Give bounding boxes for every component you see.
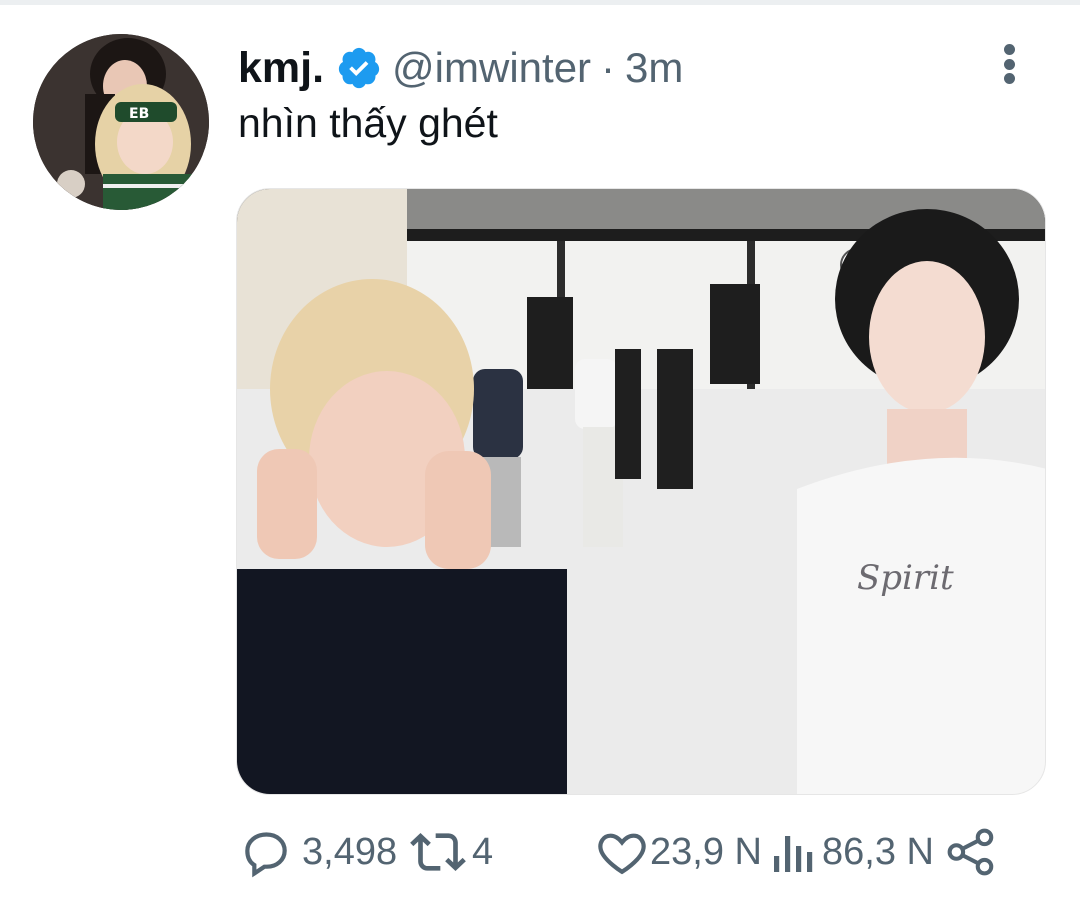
heart-icon	[594, 824, 650, 880]
top-divider	[0, 0, 1080, 5]
display-name[interactable]: kmj.	[238, 44, 324, 93]
reply-button[interactable]: 3,498	[238, 820, 397, 884]
tweet-header: kmj. @imwinter · 3m	[238, 40, 683, 96]
tweet-photo[interactable]: Spirit	[236, 188, 1046, 795]
more-vertical-icon[interactable]	[990, 40, 1028, 88]
retweet-icon	[410, 824, 466, 880]
separator-dot: ·	[601, 44, 616, 91]
reply-count: 3,498	[302, 830, 398, 873]
svg-text:EB: EB	[129, 106, 149, 122]
share-button[interactable]	[944, 820, 998, 884]
tweet-text: nhìn thấy ghét	[238, 100, 498, 146]
handle[interactable]: @imwinter	[392, 44, 591, 92]
verified-badge-icon	[336, 45, 382, 91]
views-button[interactable]: 86,3 N	[770, 820, 934, 884]
reply-icon	[238, 824, 294, 880]
retweet-count: 4	[472, 830, 494, 873]
views-icon	[770, 824, 818, 880]
retweet-button[interactable]: 4	[410, 820, 493, 884]
svg-text:Spirit: Spirit	[857, 558, 954, 598]
views-count: 86,3 N	[822, 830, 934, 873]
like-button[interactable]: 23,9 N	[594, 820, 762, 884]
timestamp[interactable]: 3m	[625, 44, 683, 92]
like-count: 23,9 N	[650, 830, 762, 873]
share-icon	[944, 824, 998, 880]
action-bar: 3,498 4 23,9 N 86,3 N	[238, 820, 1008, 884]
avatar[interactable]: EB	[33, 34, 209, 210]
